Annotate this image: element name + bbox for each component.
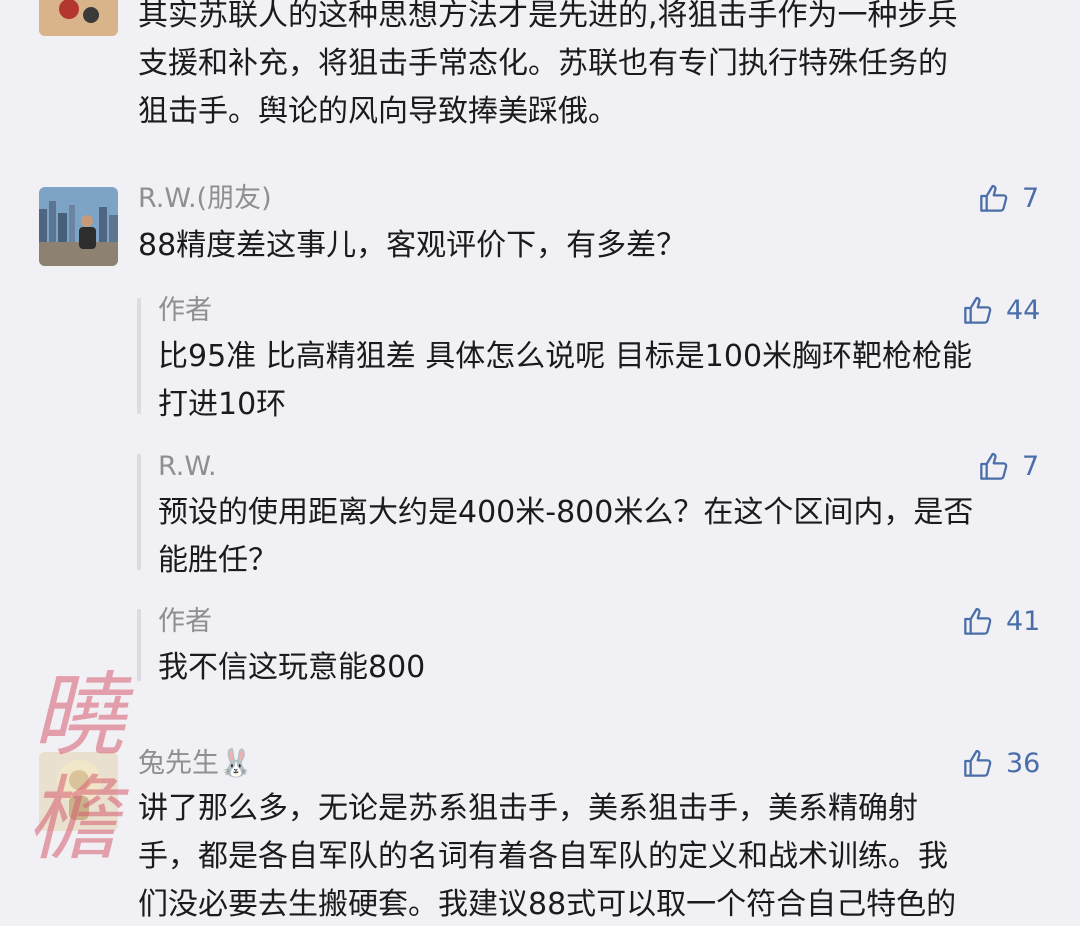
like-count: 44 — [1006, 294, 1041, 326]
reply-username[interactable]: R.W. — [158, 450, 217, 484]
thumbs-up-icon — [980, 184, 1008, 212]
comment-text: 其实苏联人的这种思想方法才是先进的,将狙击手作为一种步兵 支援和补充，将狙击手常… — [138, 0, 958, 136]
thumbs-up-icon — [964, 749, 992, 777]
like-button[interactable]: 44 — [962, 290, 1040, 330]
reply-username[interactable]: 作者 — [158, 294, 212, 328]
reply-text: 预设的使用距离大约是400米-800米么？在这个区间内，是否 能胜任？ — [158, 489, 973, 585]
reply-text: 比95准 比高精狙差 具体怎么说呢 目标是100米胸环靶枪枪能 打进10环 — [158, 333, 972, 429]
reply-line: 能胜任？ — [158, 543, 278, 578]
reply-line: 我不信这玩意能800 — [158, 650, 426, 685]
comment-username[interactable]: R.W.(朋友) — [138, 182, 272, 216]
thumbs-up-icon — [964, 296, 992, 324]
reply-line: 比95准 比高精狙差 具体怎么说呢 目标是100米胸环靶枪枪能 — [158, 339, 973, 374]
comment-line: 其实苏联人的这种思想方法才是先进的,将狙击手作为一种步兵 — [138, 0, 958, 33]
thumbs-up-icon — [964, 607, 992, 635]
comment-line: 支援和补充，将狙击手常态化。苏联也有专门执行特殊任务的 — [138, 46, 948, 81]
reply-text: 我不信这玩意能800 — [158, 644, 425, 692]
like-button[interactable]: 41 — [962, 601, 1040, 641]
reply-line: 打进10环 — [158, 387, 287, 422]
comment-text: 讲了那么多，无论是苏系狙击手，美系狙击手，美系精确射 手，都是各自军队的名词有着… — [138, 785, 956, 926]
thumbs-up-icon — [980, 452, 1008, 480]
comment-line: 手，都是各自军队的名词有着各自军队的定义和战术训练。我 — [138, 839, 948, 874]
comment-username[interactable]: 兔先生🐰 — [138, 747, 253, 781]
like-count: 7 — [1022, 450, 1040, 482]
reply-divider — [137, 454, 141, 570]
comment-line: 狙击手。舆论的风向导致捧美踩俄。 — [138, 94, 618, 129]
avatar[interactable] — [39, 187, 118, 266]
like-count: 41 — [1006, 605, 1041, 637]
like-button[interactable]: 7 — [978, 446, 1039, 486]
like-count: 36 — [1006, 747, 1041, 779]
reply-divider — [137, 298, 141, 414]
like-button[interactable]: 7 — [978, 178, 1039, 218]
comment-feed: 其实苏联人的这种思想方法才是先进的,将狙击手作为一种步兵 支援和补充，将狙击手常… — [0, 0, 1080, 926]
reply-divider — [137, 609, 141, 681]
watermark-char: 曉 — [32, 662, 125, 769]
avatar[interactable] — [39, 752, 118, 831]
reply-line: 预设的使用距离大约是400米-800米么？在这个区间内，是否 — [158, 495, 974, 530]
like-count: 7 — [1022, 182, 1040, 214]
comment-line: 讲了那么多，无论是苏系狙击手，美系狙击手，美系精确射 — [138, 791, 918, 826]
comment-line: 88精度差这事儿，客观评价下，有多差？ — [138, 228, 687, 263]
comment-line: 们没必要去生搬硬套。我建议88式可以取一个符合自己特色的 — [138, 887, 957, 922]
like-button[interactable]: 36 — [962, 743, 1040, 783]
avatar[interactable] — [39, 0, 118, 36]
reply-username[interactable]: 作者 — [158, 605, 212, 639]
comment-text: 88精度差这事儿，客观评价下，有多差？ — [138, 222, 686, 270]
